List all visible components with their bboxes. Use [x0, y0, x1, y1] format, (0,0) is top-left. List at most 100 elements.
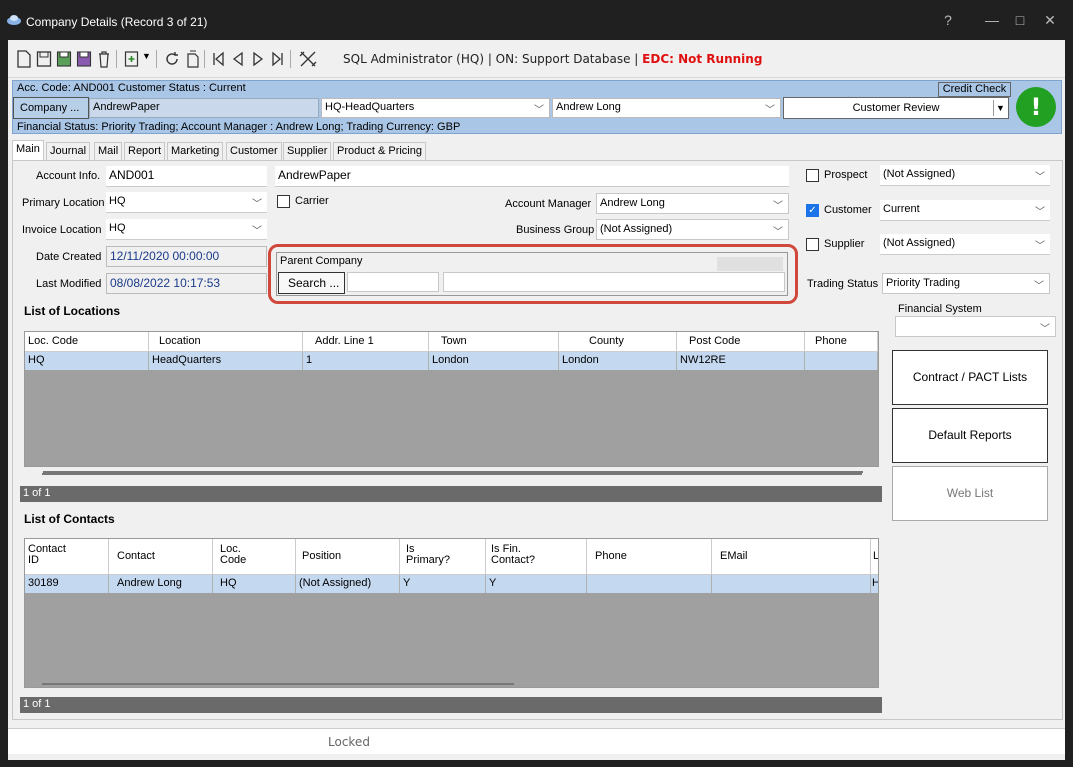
- invoice-location-select[interactable]: HQ ﹀: [106, 219, 267, 240]
- chevron-down-icon[interactable]: ﹀: [1035, 237, 1045, 252]
- trading-status-select[interactable]: Priority Trading ﹀: [882, 273, 1050, 294]
- trading-status-value: Priority Trading: [886, 277, 960, 289]
- new-record-icon[interactable]: [16, 50, 32, 68]
- save-icon[interactable]: [36, 50, 52, 68]
- chevron-down-icon[interactable]: ﹀: [534, 101, 544, 116]
- column-header[interactable]: County: [559, 332, 677, 351]
- column-header[interactable]: Loc. Code: [25, 332, 149, 351]
- last-modified-field: 08/08/2022 10:17:53: [106, 273, 267, 294]
- credit-check-button[interactable]: Credit Check: [938, 82, 1011, 97]
- chevron-down-icon[interactable]: ▼: [993, 100, 1007, 116]
- financial-system-label: Financial System: [898, 303, 982, 315]
- company-name-field[interactable]: AndrewPaper: [89, 98, 319, 118]
- manager-select[interactable]: Andrew Long ﹀: [552, 98, 781, 118]
- customer-status-select[interactable]: Current ﹀: [880, 200, 1050, 221]
- previous-record-icon[interactable]: [230, 50, 246, 68]
- chevron-down-icon[interactable]: ﹀: [1040, 320, 1050, 335]
- tab-customer[interactable]: Customer: [226, 142, 282, 160]
- first-record-icon[interactable]: [210, 50, 226, 68]
- column-header[interactable]: Phone: [587, 539, 712, 574]
- primary-location-select[interactable]: HQ ﹀: [106, 192, 267, 213]
- chevron-down-icon[interactable]: ﹀: [1035, 203, 1045, 218]
- account-name-field[interactable]: AndrewPaper: [275, 166, 789, 187]
- tab-mail[interactable]: Mail: [94, 142, 123, 160]
- help-button[interactable]: ?: [936, 12, 960, 28]
- column-header[interactable]: Contact ID: [25, 539, 109, 574]
- supplier-checkbox[interactable]: [806, 238, 819, 251]
- close-button[interactable]: ✕: [1038, 12, 1062, 29]
- tools-icon[interactable]: [298, 50, 318, 68]
- table-cell: HeadQuarters: [149, 352, 303, 370]
- save-new-icon[interactable]: [76, 50, 92, 68]
- alert-icon[interactable]: !: [1016, 87, 1056, 127]
- column-header[interactable]: Is Fin. Contact?: [486, 539, 587, 574]
- column-header[interactable]: L: [871, 539, 878, 574]
- table-row[interactable]: 30189 Andrew Long HQ (Not Assigned) Y Y …: [25, 575, 878, 593]
- tab-journal[interactable]: Journal: [46, 142, 91, 160]
- column-header[interactable]: Loc. Code: [213, 539, 296, 574]
- default-reports-button[interactable]: Default Reports: [892, 408, 1048, 463]
- tab-marketing[interactable]: Marketing: [167, 142, 224, 160]
- contract-pact-lists-button[interactable]: Contract / PACT Lists: [892, 350, 1048, 405]
- account-code-field[interactable]: AND001: [106, 166, 267, 187]
- primary-location-label: Primary Location: [22, 197, 105, 209]
- account-manager-select[interactable]: Andrew Long ﹀: [596, 193, 789, 214]
- financial-system-select[interactable]: ﹀: [895, 316, 1056, 337]
- status-bar: Locked: [8, 728, 1065, 754]
- window-title: Company Details (Record 3 of 21): [26, 15, 208, 29]
- business-group-select[interactable]: (Not Assigned) ﹀: [596, 219, 789, 240]
- chevron-down-icon[interactable]: ﹀: [773, 197, 783, 212]
- maximize-button[interactable]: □: [1008, 12, 1032, 28]
- column-header[interactable]: Town: [429, 332, 559, 351]
- chevron-down-icon[interactable]: ﹀: [1035, 168, 1045, 183]
- carrier-checkbox[interactable]: [277, 195, 290, 208]
- customer-label: Customer: [824, 204, 872, 216]
- column-header[interactable]: Addr. Line 1: [303, 332, 429, 351]
- location-select[interactable]: HQ-HeadQuarters ﹀: [321, 98, 550, 118]
- column-header[interactable]: Position: [296, 539, 400, 574]
- tab-report[interactable]: Report: [124, 142, 166, 160]
- copy-record-icon[interactable]: [184, 50, 200, 68]
- tab-product-pricing[interactable]: Product & Pricing: [333, 142, 426, 160]
- chevron-down-icon[interactable]: ﹀: [252, 222, 262, 237]
- tab-supplier[interactable]: Supplier: [283, 142, 332, 160]
- invoice-location-label: Invoice Location: [22, 224, 102, 236]
- column-header[interactable]: Phone: [805, 332, 878, 351]
- locations-grid[interactable]: Loc. Code Location Addr. Line 1 Town Cou…: [24, 331, 879, 473]
- column-header[interactable]: Is Primary?: [400, 539, 486, 574]
- prospect-select[interactable]: (Not Assigned) ﹀: [880, 165, 1050, 186]
- last-record-icon[interactable]: [270, 50, 286, 68]
- add-dropdown-icon[interactable]: [124, 50, 140, 68]
- customer-checkbox[interactable]: ✓: [806, 204, 819, 217]
- account-manager-label: Account Manager: [505, 198, 592, 210]
- contacts-grid[interactable]: Contact ID Contact Loc. Code Position Is…: [24, 538, 879, 688]
- account-info-label: Account Info.: [36, 170, 101, 182]
- horizontal-scrollbar[interactable]: [42, 473, 862, 475]
- horizontal-scrollbar[interactable]: [42, 683, 514, 685]
- prospect-checkbox[interactable]: [806, 169, 819, 182]
- save-close-icon[interactable]: [56, 50, 72, 68]
- edc-status: EDC: Not Running: [642, 52, 763, 66]
- review-select[interactable]: Customer Review: [783, 97, 1009, 119]
- column-header[interactable]: Contact: [109, 539, 213, 574]
- company-button[interactable]: Company ...: [13, 97, 89, 119]
- column-header[interactable]: EMail: [712, 539, 871, 574]
- chevron-down-icon[interactable]: ﹀: [765, 101, 775, 116]
- app-icon: [7, 15, 21, 25]
- table-row[interactable]: HQ HeadQuarters 1 London London NW12RE: [25, 352, 878, 370]
- column-header[interactable]: Post Code: [677, 332, 805, 351]
- delete-icon[interactable]: [96, 50, 112, 68]
- chevron-down-icon[interactable]: ﹀: [1034, 277, 1044, 292]
- chevron-down-icon[interactable]: ▼: [142, 51, 151, 61]
- chevron-down-icon[interactable]: ﹀: [773, 223, 783, 238]
- column-header[interactable]: Location: [149, 332, 303, 351]
- web-list-button[interactable]: Web List: [892, 466, 1048, 521]
- refresh-icon[interactable]: [164, 50, 180, 68]
- tab-main[interactable]: Main: [12, 140, 44, 160]
- last-modified-label: Last Modified: [36, 278, 102, 290]
- supplier-status-select[interactable]: (Not Assigned) ﹀: [880, 234, 1050, 255]
- next-record-icon[interactable]: [250, 50, 266, 68]
- chevron-down-icon[interactable]: ﹀: [252, 195, 262, 210]
- minimize-button[interactable]: —: [980, 12, 1004, 28]
- table-cell: 30189: [25, 575, 109, 593]
